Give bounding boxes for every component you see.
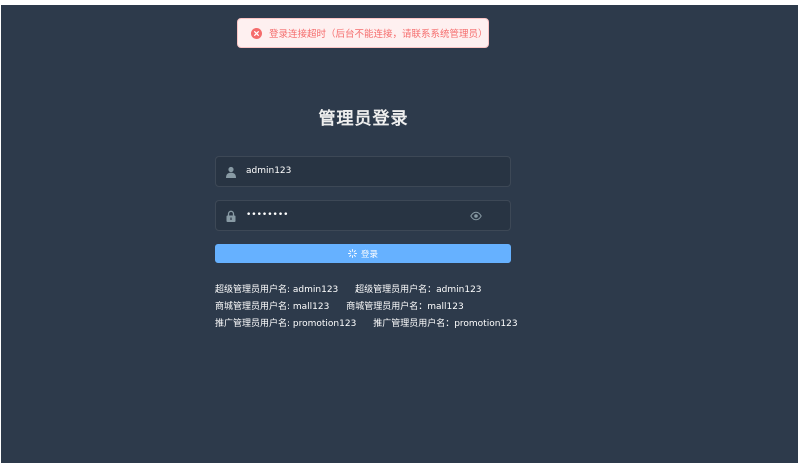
login-page: 登录连接超时（后台不能连接，请联系系统管理员） 管理员登录 admin123 •…	[1, 5, 798, 463]
tip-row-super-admin: 超级管理员用户名: admin123 超级管理员用户名：admin123	[215, 282, 518, 299]
tip-text: 超级管理员用户名：admin123	[355, 285, 482, 295]
tip-text: 推广管理员用户名：promotion123	[373, 319, 518, 329]
eye-icon[interactable]	[470, 210, 482, 222]
loading-icon	[347, 249, 357, 258]
login-button-label: 登录	[360, 249, 378, 260]
error-message-text: 登录连接超时（后台不能连接，请联系系统管理员）	[269, 29, 488, 40]
login-button[interactable]: 登录	[215, 244, 511, 263]
password-field[interactable]	[215, 200, 511, 231]
tip-text: 推广管理员用户名: promotion123	[215, 319, 357, 329]
tip-text: 商城管理员用户名：mall123	[346, 302, 464, 312]
tip-row-promotion-admin: 推广管理员用户名: promotion123 推广管理员用户名：promotio…	[215, 316, 518, 333]
username-field[interactable]	[215, 156, 511, 187]
error-message-toast: 登录连接超时（后台不能连接，请联系系统管理员）	[237, 18, 489, 48]
tip-text: 商城管理员用户名: mall123	[215, 302, 330, 312]
page-title: 管理员登录	[318, 109, 409, 129]
tip-text: 超级管理员用户名: admin123	[215, 285, 339, 295]
lock-icon	[226, 210, 236, 222]
error-circle-icon	[251, 27, 262, 39]
user-icon	[226, 166, 236, 178]
username-input[interactable]	[246, 157, 466, 186]
password-input[interactable]	[246, 201, 466, 230]
account-tips: 超级管理员用户名: admin123 超级管理员用户名：admin123 商城管…	[215, 282, 518, 333]
tip-row-mall-admin: 商城管理员用户名: mall123 商城管理员用户名：mall123	[215, 299, 518, 316]
